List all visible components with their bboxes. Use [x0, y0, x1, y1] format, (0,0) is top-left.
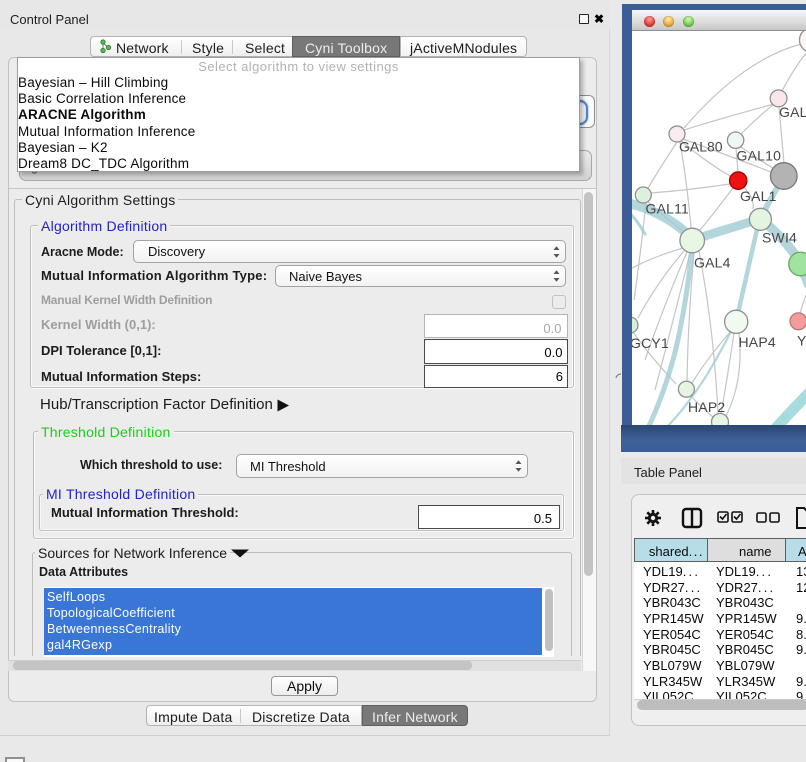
svg-text:SWI4: SWI4 [762, 230, 797, 246]
svg-text:GCY1: GCY1 [632, 335, 669, 351]
svg-text:GAL4: GAL4 [694, 255, 731, 271]
svg-text:GAL80: GAL80 [679, 139, 723, 155]
svg-text:GAL10: GAL10 [737, 148, 782, 164]
svg-text:GAL11: GAL11 [646, 201, 690, 217]
svg-text:HAP2: HAP2 [688, 399, 725, 415]
svg-text:GAL8: GAL8 [779, 104, 806, 120]
svg-text:YH: YH [797, 333, 806, 349]
svg-text:GAL1: GAL1 [740, 188, 777, 204]
svg-text:HAP4: HAP4 [739, 334, 776, 350]
